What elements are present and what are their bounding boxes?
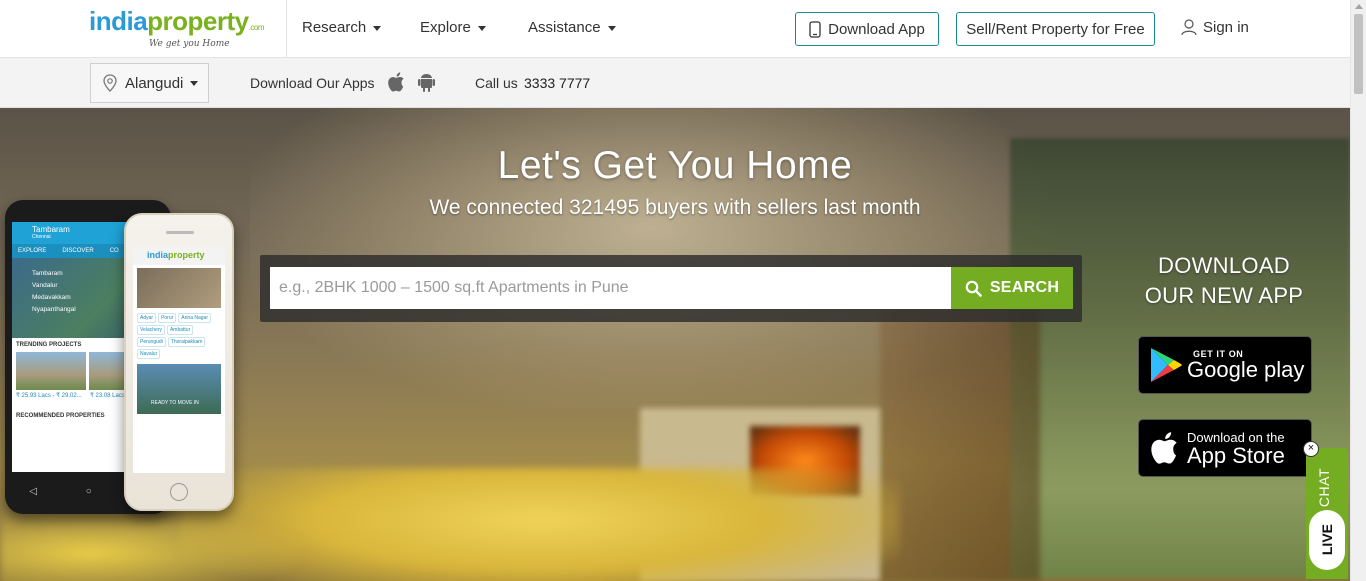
android-icon[interactable]	[418, 72, 435, 92]
home-icon: ○	[85, 485, 92, 497]
indiaproperty-logo[interactable]: indiaproperty.com We get you Home	[89, 6, 269, 49]
scroll-up-arrow-icon[interactable]	[1355, 4, 1363, 9]
hero-title: Let's Get You Home	[497, 144, 853, 187]
project-image	[16, 352, 86, 390]
iphone-photo-caption: READY TO MOVE IN	[151, 400, 199, 406]
locality-chip: Perungudi	[137, 337, 166, 347]
locality-chip: Porur	[158, 313, 177, 323]
live-chat-label-live: LIVE	[1319, 524, 1335, 556]
top-navigation: indiaproperty.com We get you Home Resear…	[0, 0, 1350, 58]
call-us-label: Call us	[475, 75, 518, 91]
logo-india: india	[89, 6, 148, 36]
download-apps-label: Download Our Apps	[250, 75, 375, 91]
apple-icon	[1151, 432, 1177, 464]
hero-background-sofa-left	[0, 508, 300, 581]
user-icon	[1181, 19, 1197, 36]
page-scrollbar[interactable]	[1350, 0, 1366, 581]
app-store-big-label: App Store	[1187, 442, 1285, 468]
iphone-banner-image	[137, 268, 221, 308]
download-heading-line2: OUR NEW APP	[1144, 283, 1304, 308]
locality-chip: Adyar	[137, 313, 157, 323]
project-price: ₹ 23.08 Lacs	[90, 393, 125, 399]
sign-in-link[interactable]: Sign in	[1181, 19, 1249, 36]
download-app-label: Download App	[828, 20, 925, 38]
download-app-button[interactable]: Download App	[795, 12, 939, 46]
locality-chip: Velachery	[137, 325, 165, 335]
iphone-app-logo: indiaproperty	[133, 247, 225, 265]
iphone-property-photo: READY TO MOVE IN	[137, 364, 221, 414]
download-heading-line1: DOWNLOAD	[1158, 253, 1290, 278]
apple-icon[interactable]	[388, 72, 405, 92]
download-app-heading: DOWNLOAD OUR NEW APP	[1124, 251, 1324, 311]
city-label: Alangudi	[125, 74, 184, 92]
google-play-button[interactable]: GET IT ON Google play	[1138, 336, 1312, 394]
locality-chip: Anna Nagar	[178, 313, 211, 323]
nav-research-label: Research	[302, 19, 367, 36]
search-icon	[965, 280, 982, 297]
locality-chip: Thoraipakkam	[167, 337, 206, 347]
live-chat-widget[interactable]: CHAT LIVE	[1306, 448, 1348, 579]
iphone-logo-india: india	[147, 250, 169, 260]
close-chat-icon[interactable]: ×	[1303, 441, 1319, 457]
iphone-screen: indiaproperty Adyar Porur Anna Nagar Vel…	[133, 247, 225, 473]
nav-assistance-label: Assistance	[528, 19, 601, 36]
chat-bubble-icon: LIVE	[1309, 510, 1345, 570]
scrollbar-thumb[interactable]	[1354, 14, 1363, 94]
back-icon: ◁	[29, 485, 38, 497]
nav-assistance[interactable]: Assistance	[528, 19, 616, 36]
locality-chip: Navalur	[137, 349, 161, 359]
nav-research[interactable]: Research	[302, 19, 382, 36]
nav-explore-label: Explore	[420, 19, 471, 36]
property-search-input[interactable]	[270, 267, 952, 309]
android-tab: CO	[109, 248, 119, 254]
logo-property: property	[147, 6, 249, 36]
search-panel: SEARCH	[260, 255, 1082, 322]
live-chat-label-chat: CHAT	[1316, 468, 1332, 508]
utility-bar: Alangudi Download Our Apps Call us 3333 …	[0, 58, 1350, 108]
iphone-locality-chips: Adyar Porur Anna Nagar Velachery Ambattu…	[133, 311, 225, 361]
app-store-button[interactable]: Download on the App Store	[1138, 419, 1312, 477]
nav-explore[interactable]: Explore	[420, 19, 486, 36]
android-tab: EXPLORE	[18, 248, 47, 254]
chevron-down-icon	[190, 80, 199, 86]
locality-chip: Ambattur	[166, 325, 194, 335]
sell-rent-property-button[interactable]: Sell/Rent Property for Free	[956, 12, 1155, 46]
mobile-phone-icon	[809, 20, 821, 38]
nav-divider	[286, 0, 287, 58]
sell-rent-label: Sell/Rent Property for Free	[966, 20, 1145, 38]
chevron-down-icon	[373, 25, 382, 31]
iphone-logo-property: property	[168, 250, 205, 260]
google-play-icon	[1151, 348, 1182, 382]
iphone-speaker	[166, 231, 194, 234]
city-selector[interactable]: Alangudi	[90, 63, 209, 103]
android-tab: DISCOVER	[62, 248, 94, 254]
search-button-label: SEARCH	[989, 279, 1060, 296]
iphone-mockup: indiaproperty Adyar Porur Anna Nagar Vel…	[124, 213, 234, 511]
location-pin-icon	[103, 74, 117, 92]
hero-banner: Let's Get You Home We connected 321495 b…	[0, 108, 1350, 581]
project-price: ₹ 25.93 Lacs - ₹ 29.02...	[16, 393, 82, 399]
chevron-down-icon	[477, 25, 486, 31]
logo-suffix: .com	[248, 23, 265, 32]
phone-number[interactable]: 3333 7777	[524, 75, 590, 91]
search-button[interactable]: SEARCH	[951, 267, 1073, 309]
chevron-down-icon	[607, 25, 616, 31]
google-play-big-label: Google play	[1187, 357, 1305, 382]
iphone-home-button	[170, 483, 188, 501]
sign-in-label: Sign in	[1203, 19, 1249, 36]
